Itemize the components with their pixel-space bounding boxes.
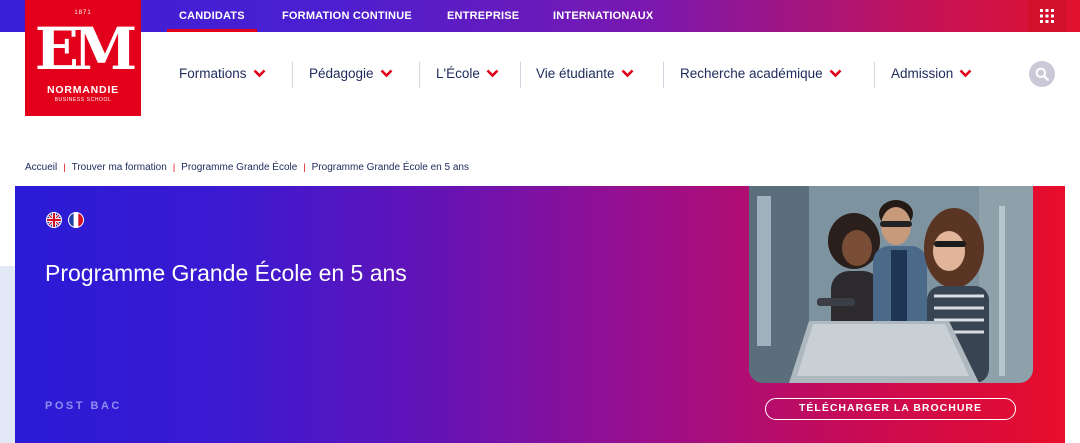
chevron-down-icon xyxy=(486,69,499,78)
program-level-tag: POST BAC xyxy=(45,400,122,412)
top-utility-bar: CANDIDATS FORMATION CONTINUE ENTREPRISE … xyxy=(0,0,1080,32)
breadcrumb-separator: | xyxy=(303,162,306,172)
breadcrumb-item-trouver-formation[interactable]: Trouver ma formation xyxy=(72,162,167,173)
nav-label: Admission xyxy=(891,66,954,81)
breadcrumb-separator: | xyxy=(63,162,66,172)
students-photo xyxy=(749,186,1033,383)
breadcrumb-item-accueil[interactable]: Accueil xyxy=(25,162,57,173)
nav-divider xyxy=(520,62,521,88)
nav-item-vie-etudiante[interactable]: Vie étudiante xyxy=(536,56,634,92)
chevron-down-icon xyxy=(253,69,265,78)
hero-backdrop xyxy=(0,266,15,443)
chevron-down-icon xyxy=(621,69,633,78)
topbar-link-candidats[interactable]: CANDIDATS xyxy=(167,0,257,32)
em-normandie-logo[interactable]: 1871 EM NORMANDIE BUSINESS SCHOOL xyxy=(25,0,141,116)
logo-mark: EM xyxy=(34,15,137,83)
topbar-link-internationaux[interactable]: INTERNATIONAUX xyxy=(553,0,653,32)
nav-label: Formations xyxy=(179,66,247,81)
nav-item-formations[interactable]: Formations xyxy=(179,56,266,92)
french-flag-icon[interactable] xyxy=(68,212,84,228)
chevron-down-icon xyxy=(380,69,392,78)
breadcrumb: Accueil | Trouver ma formation | Programme G… xyxy=(25,162,469,173)
logo-subtitle: BUSINESS SCHOOL xyxy=(54,97,112,103)
breadcrumb-item-current: Programme Grande École en 5 ans xyxy=(311,162,469,173)
nav-divider xyxy=(292,62,293,88)
chevron-down-icon xyxy=(959,69,972,78)
nav-label: Vie étudiante xyxy=(536,66,615,81)
nav-item-ecole[interactable]: L'École xyxy=(436,56,499,92)
nav-item-recherche-academique[interactable]: Recherche académique xyxy=(680,56,842,92)
topbar-link-entreprise[interactable]: ENTREPRISE xyxy=(447,0,519,32)
download-brochure-button[interactable]: TÉLÉCHARGER LA BROCHURE xyxy=(765,398,1016,420)
breadcrumb-item-programme-grande-ecole[interactable]: Programme Grande École xyxy=(181,162,297,173)
nav-label: Pédagogie xyxy=(309,66,374,81)
english-flag-icon[interactable] xyxy=(46,212,62,228)
nav-label: L'École xyxy=(436,66,480,81)
search-button[interactable] xyxy=(1029,61,1055,87)
nav-label: Recherche académique xyxy=(680,66,823,81)
topbar-link-formation-continue[interactable]: FORMATION CONTINUE xyxy=(282,0,412,32)
language-switcher xyxy=(46,212,84,228)
nav-divider xyxy=(663,62,664,88)
nav-item-admission[interactable]: Admission xyxy=(891,56,972,92)
chevron-down-icon xyxy=(829,69,842,78)
page-title: Programme Grande École en 5 ans xyxy=(45,260,407,286)
grid-icon xyxy=(1040,9,1054,23)
breadcrumb-separator: | xyxy=(172,162,176,172)
nav-divider xyxy=(419,62,420,88)
logo-name: NORMANDIE xyxy=(47,84,119,96)
nav-item-pedagogie[interactable]: Pédagogie xyxy=(309,56,393,92)
search-icon xyxy=(1035,67,1049,81)
nav-divider xyxy=(874,62,875,88)
apps-menu-button[interactable] xyxy=(1028,0,1066,32)
